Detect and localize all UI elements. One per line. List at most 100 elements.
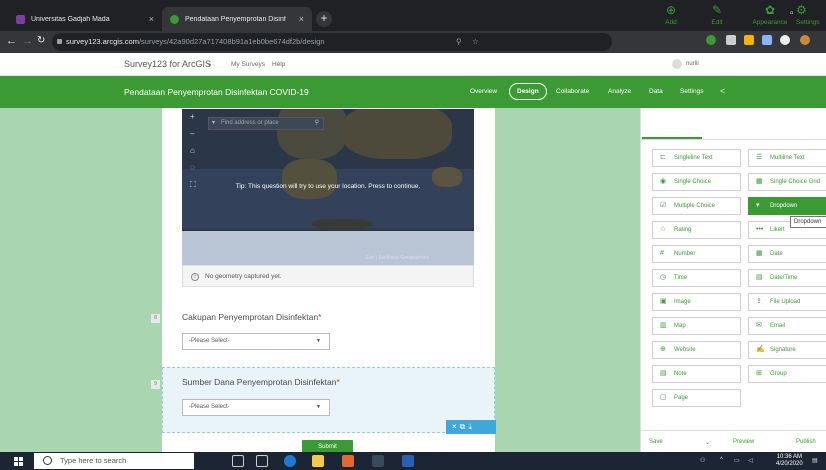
back-icon[interactable]: ← xyxy=(6,35,17,47)
question-type-image[interactable]: ▣ Image xyxy=(652,293,741,311)
volume-icon[interactable]: ◁ xyxy=(748,457,753,464)
question-type-number[interactable]: # Number xyxy=(652,245,741,263)
user-avatar[interactable] xyxy=(672,59,682,69)
question-type-label: Likert xyxy=(770,227,785,233)
locate-icon[interactable]: ◌ xyxy=(190,163,200,172)
dropdown-select[interactable]: -Please Select- ▼ xyxy=(182,399,330,416)
chevron-down-icon[interactable]: ▾ xyxy=(212,118,215,129)
tab-collaborate[interactable]: Collaborate xyxy=(556,88,589,95)
profile-icon[interactable] xyxy=(780,35,790,45)
tab-design[interactable]: Design xyxy=(509,83,547,100)
zoom-in-icon[interactable]: + xyxy=(190,112,200,121)
move-question-icon[interactable]: ⤓ xyxy=(468,422,475,431)
menu-caret-icon[interactable]: ▾ xyxy=(208,61,211,69)
user-name[interactable]: nurlil xyxy=(686,61,699,67)
tab-data[interactable]: Data xyxy=(649,88,663,95)
question-type-signature[interactable]: ✍ Signature xyxy=(748,341,826,359)
account-avatar-icon[interactable] xyxy=(800,35,810,45)
close-tab-icon[interactable]: × xyxy=(149,14,154,24)
question-type-multiline-text[interactable]: ☰ Multiline Text xyxy=(748,149,826,167)
question-label[interactable]: Cakupan Penyemprotan Disinfektan* xyxy=(182,312,321,322)
windows-start-icon[interactable] xyxy=(14,457,23,466)
word-icon[interactable] xyxy=(402,455,414,467)
search-icon[interactable]: ⚲ xyxy=(315,118,319,129)
question-type-label: Date/Time xyxy=(770,275,798,281)
extension-icon[interactable] xyxy=(762,35,772,45)
taskbar-search-input[interactable]: Type here to search xyxy=(34,453,194,469)
system-clock[interactable]: 10:36 AM 4/20/2020 xyxy=(776,454,803,468)
tooltip: Dropdown xyxy=(790,216,826,228)
question-type-single-choice-grid[interactable]: ▦ Single Choice Grid xyxy=(748,173,826,191)
question-type-page[interactable]: ▢ Page xyxy=(652,389,741,407)
panel-tab-appearance[interactable]: ✿ Appearance xyxy=(745,0,795,30)
question-type-time[interactable]: ◷ Time xyxy=(652,269,741,287)
question-type-map[interactable]: ▥ Map xyxy=(652,317,741,335)
edge-browser-icon[interactable] xyxy=(284,455,296,467)
question-type-website[interactable]: ⊕ Website xyxy=(652,341,741,359)
map-location-tip: Tip: This question will try to use your … xyxy=(235,183,421,190)
app-brand[interactable]: Survey123 for ArcGIS xyxy=(124,59,211,69)
question-type-singleline-text[interactable]: ⊏ Singleline Text xyxy=(652,149,741,167)
url-host: survey123.arcgis.com xyxy=(66,37,139,46)
forward-icon[interactable]: → xyxy=(22,35,33,47)
question-type-multiple-choice[interactable]: ☑ Multiple Choice xyxy=(652,197,741,215)
question-type-date-time[interactable]: ▤ Date/Time xyxy=(748,269,826,287)
notification-icon[interactable]: ▤ xyxy=(812,457,818,464)
reload-icon[interactable]: ↻ xyxy=(37,35,45,46)
preview-button[interactable]: Preview xyxy=(733,439,754,445)
panel-tab-settings[interactable]: ⚙ Settings xyxy=(796,0,826,30)
taskbar-app-icon[interactable] xyxy=(256,455,268,467)
settings-icon: ⚙ xyxy=(796,3,807,17)
question-type-date[interactable]: ▦ Date xyxy=(748,245,826,263)
my-surveys-link[interactable]: My Surveys xyxy=(231,61,265,68)
extension-icon[interactable] xyxy=(744,35,754,45)
task-view-icon[interactable] xyxy=(232,455,244,467)
question-type-dropdown[interactable]: ▾ Dropdown xyxy=(748,197,826,215)
browser-tab-survey[interactable]: Pendataan Penyemprotan Disinf × xyxy=(162,7,312,31)
tab-settings[interactable]: Settings xyxy=(680,88,704,95)
no-geometry-text: No geometry captured yet. xyxy=(205,273,282,280)
zoom-icon[interactable]: ⚲ xyxy=(456,33,462,51)
taskbar-app-icon[interactable] xyxy=(372,455,384,467)
tab-overview[interactable]: Overview xyxy=(470,88,497,95)
help-link[interactable]: Help xyxy=(272,61,285,68)
extension-icon[interactable] xyxy=(706,35,716,45)
network-icon[interactable]: ▭ xyxy=(734,457,740,464)
save-menu-caret-icon[interactable]: ⌄ xyxy=(705,439,710,446)
question-type-note[interactable]: ▤ Note xyxy=(652,365,741,383)
question-type-email[interactable]: ✉ Email xyxy=(748,317,826,335)
home-icon[interactable]: ⌂ xyxy=(190,146,200,155)
file-explorer-icon[interactable] xyxy=(312,455,324,467)
zoom-out-icon[interactable]: – xyxy=(190,129,200,138)
map-icon: ▥ xyxy=(660,322,667,329)
people-icon[interactable]: ⚇ xyxy=(700,457,705,464)
radio-icon: ◉ xyxy=(660,178,667,185)
question-label[interactable]: Sumber Dana Penyemprotan Disinfektan* xyxy=(182,377,340,387)
search-icon xyxy=(43,456,52,465)
map-search-input[interactable]: ▾ Find address or place ⚲ xyxy=(208,117,324,130)
bookmark-star-icon[interactable]: ☆ xyxy=(472,33,479,51)
save-button[interactable]: Save xyxy=(649,439,663,445)
question-type-rating[interactable]: ☆ Rating xyxy=(652,221,741,239)
question-type-group[interactable]: ⊞ Group xyxy=(748,365,826,383)
question-type-label: Number xyxy=(674,251,696,257)
tab-analyze[interactable]: Analyze xyxy=(608,88,631,95)
panel-tab-edit[interactable]: ✎ Edit xyxy=(695,0,739,30)
taskbar-app-icon[interactable] xyxy=(342,455,354,467)
question-type-file-upload[interactable]: ⇪ File Upload xyxy=(748,293,826,311)
publish-button[interactable]: Publish xyxy=(796,439,816,445)
question-type-single-choice[interactable]: ◉ Single Choice xyxy=(652,173,741,191)
dropdown-select[interactable]: -Please Select- ▼ xyxy=(182,333,330,350)
tray-chevron-icon[interactable]: ^ xyxy=(720,457,723,463)
share-icon[interactable]: < xyxy=(720,86,725,96)
close-tab-icon[interactable]: × xyxy=(299,14,304,24)
address-bar[interactable]: survey123.arcgis.com/surveys/42a90d27a71… xyxy=(52,33,612,51)
upload-icon: ⇪ xyxy=(756,298,762,305)
survey-title: Pendataan Penyemprotan Disinfektan COVID… xyxy=(124,87,309,97)
delete-question-icon[interactable]: × xyxy=(452,422,460,431)
extension-icon[interactable] xyxy=(726,35,736,45)
browser-tab-ugm[interactable]: Universitas Gadjah Mada × xyxy=(8,7,162,31)
singleline-icon: ⊏ xyxy=(660,154,666,161)
new-tab-button[interactable]: + xyxy=(316,11,332,27)
panel-tab-add[interactable]: ⊕ Add xyxy=(649,0,693,30)
